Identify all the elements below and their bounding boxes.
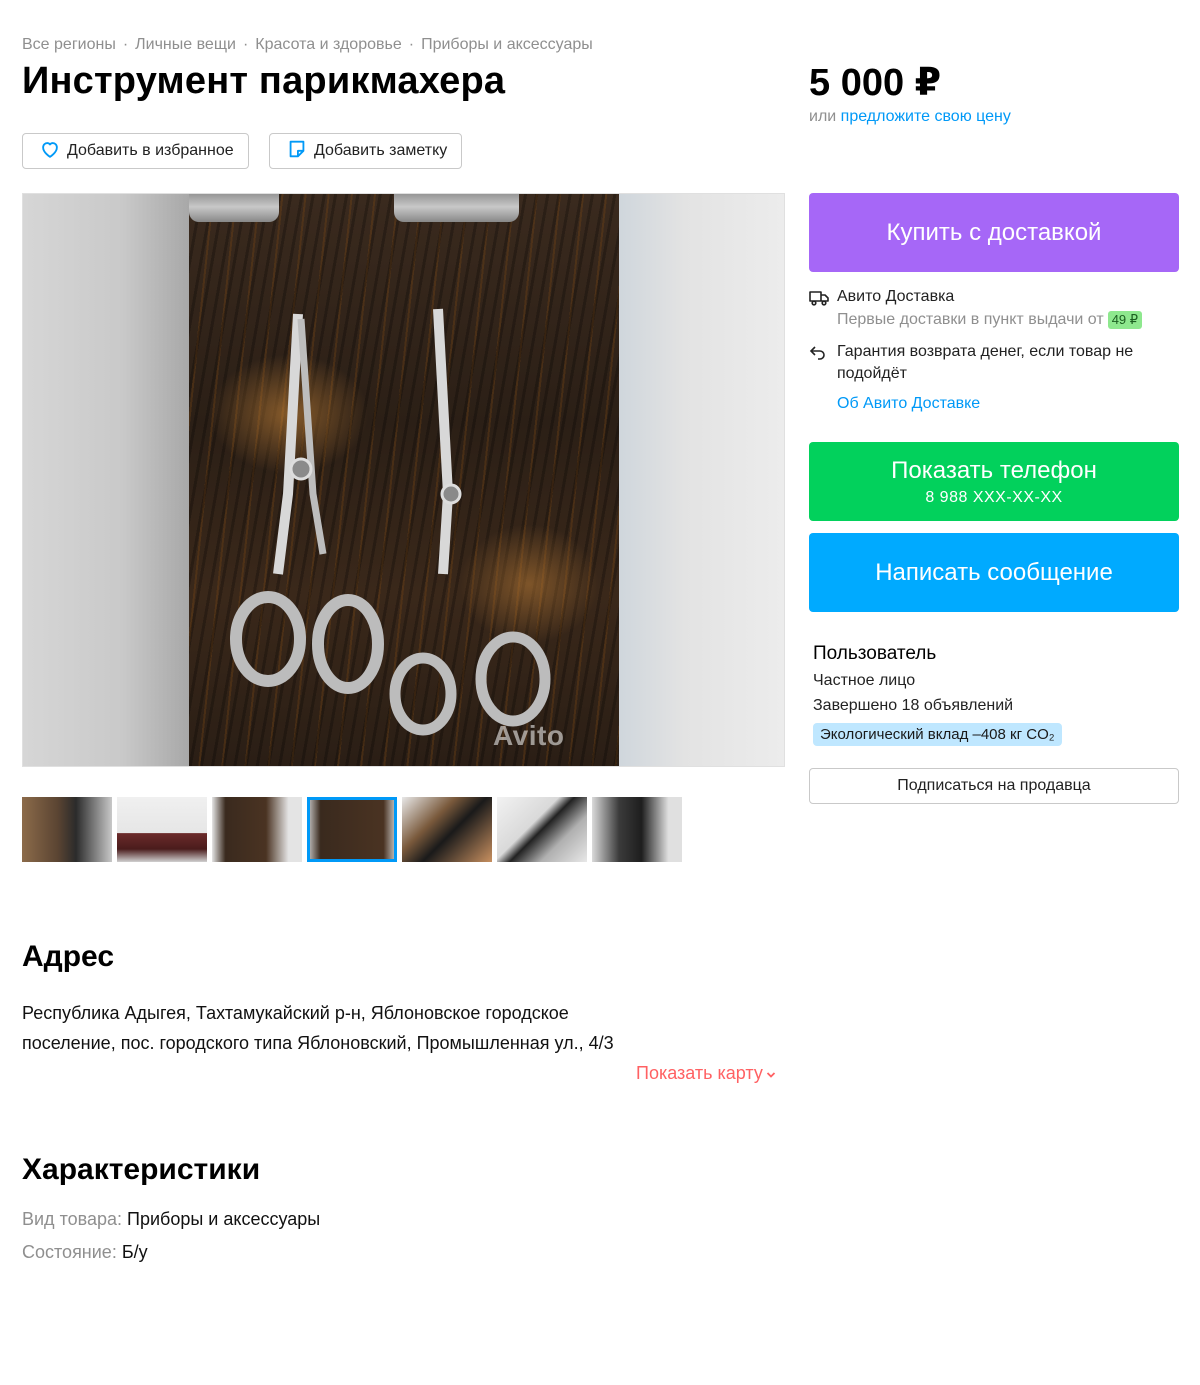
- spec-value: Приборы и аксессуары: [127, 1209, 321, 1229]
- specs-heading: Характеристики: [22, 1153, 261, 1186]
- seller-info: Пользователь Частное лицо Завершено 18 о…: [813, 643, 1062, 746]
- show-phone-label: Показать телефон: [891, 456, 1097, 484]
- spec-key: Вид товара:: [22, 1209, 123, 1229]
- add-favorite-label: Добавить в избранное: [67, 142, 234, 159]
- page-title: Инструмент парикмахера: [22, 60, 506, 102]
- main-photo[interactable]: Avito: [22, 193, 785, 767]
- delivery-price-badge: 49 ₽: [1107, 311, 1143, 329]
- scissors-illustration: [230, 308, 551, 736]
- heart-icon: [39, 138, 61, 165]
- seller-completed: Завершено 18 объявлений: [813, 697, 1014, 714]
- address-text: Республика Адыгея, Тахтамукайский р-н, Я…: [22, 1003, 614, 1053]
- note-icon: [286, 138, 308, 165]
- guarantee-text: Гарантия возврата денег, если товар не п…: [837, 343, 1134, 382]
- show-phone-button[interactable]: Показать телефон 8 988 XXX-XX-XX: [809, 442, 1179, 521]
- thumbnail[interactable]: [212, 797, 302, 862]
- breadcrumb-item-personal[interactable]: Личные вещи: [135, 36, 236, 54]
- delivery-first-text: Первые доставки в пункт выдачи от 49 ₽: [837, 311, 1143, 329]
- price-offer: или предложите свою цену: [809, 108, 1011, 126]
- thumbnail[interactable]: [592, 797, 682, 862]
- offer-price-link[interactable]: предложите свою цену: [841, 108, 1011, 125]
- spec-value: Б/у: [121, 1242, 148, 1262]
- eco-badge: Экологический вклад –408 кг CO₂: [813, 723, 1062, 746]
- seller-type: Частное лицо: [813, 672, 916, 689]
- breadcrumb-item-devices[interactable]: Приборы и аксессуары: [421, 36, 593, 54]
- add-note-button[interactable]: Добавить заметку: [269, 133, 463, 169]
- breadcrumb-item-beauty[interactable]: Красота и здоровье: [255, 36, 401, 54]
- spec-key: Состояние:: [22, 1242, 117, 1262]
- avito-watermark: Avito: [493, 720, 565, 751]
- breadcrumb: Все регионы · Личные вещи · Красота и зд…: [22, 36, 593, 54]
- write-message-button[interactable]: Написать сообщение: [809, 533, 1179, 612]
- show-map-label: Показать карту: [636, 1063, 763, 1083]
- thumbnail[interactable]: [22, 797, 112, 862]
- chevron-down-icon: [766, 1063, 776, 1084]
- subscribe-seller-button[interactable]: Подписаться на продавца: [809, 768, 1179, 804]
- thumbnail-strip: [22, 797, 682, 862]
- spec-row: Вид товара: Приборы и аксессуары: [22, 1209, 320, 1230]
- price-or-text: или: [809, 108, 837, 125]
- delivery-title: Авито Доставка: [837, 288, 955, 305]
- add-favorite-button[interactable]: Добавить в избранное: [22, 133, 249, 169]
- thumbnail[interactable]: [497, 797, 587, 862]
- price: 5 000 ₽: [809, 62, 942, 104]
- address-heading: Адрес: [22, 940, 115, 973]
- return-arrow-icon: [809, 344, 829, 385]
- truck-icon: [809, 288, 829, 329]
- delivery-info: Авито Доставка Первые доставки в пункт в…: [809, 288, 1179, 413]
- buy-with-delivery-button[interactable]: Купить с доставкой: [809, 193, 1179, 272]
- seller-name[interactable]: Пользователь: [813, 643, 1062, 665]
- add-note-label: Добавить заметку: [314, 142, 448, 159]
- show-map-link[interactable]: Показать карту: [636, 1063, 776, 1084]
- thumbnail[interactable]: [402, 797, 492, 862]
- about-delivery-link[interactable]: Об Авито Доставке: [837, 395, 980, 413]
- thumbnail[interactable]: [117, 797, 207, 862]
- thumbnail-active[interactable]: [307, 797, 397, 862]
- breadcrumb-item-all-regions[interactable]: Все регионы: [22, 36, 116, 54]
- phone-number-masked: 8 988 XXX-XX-XX: [925, 488, 1063, 506]
- spec-row: Состояние: Б/у: [22, 1242, 148, 1263]
